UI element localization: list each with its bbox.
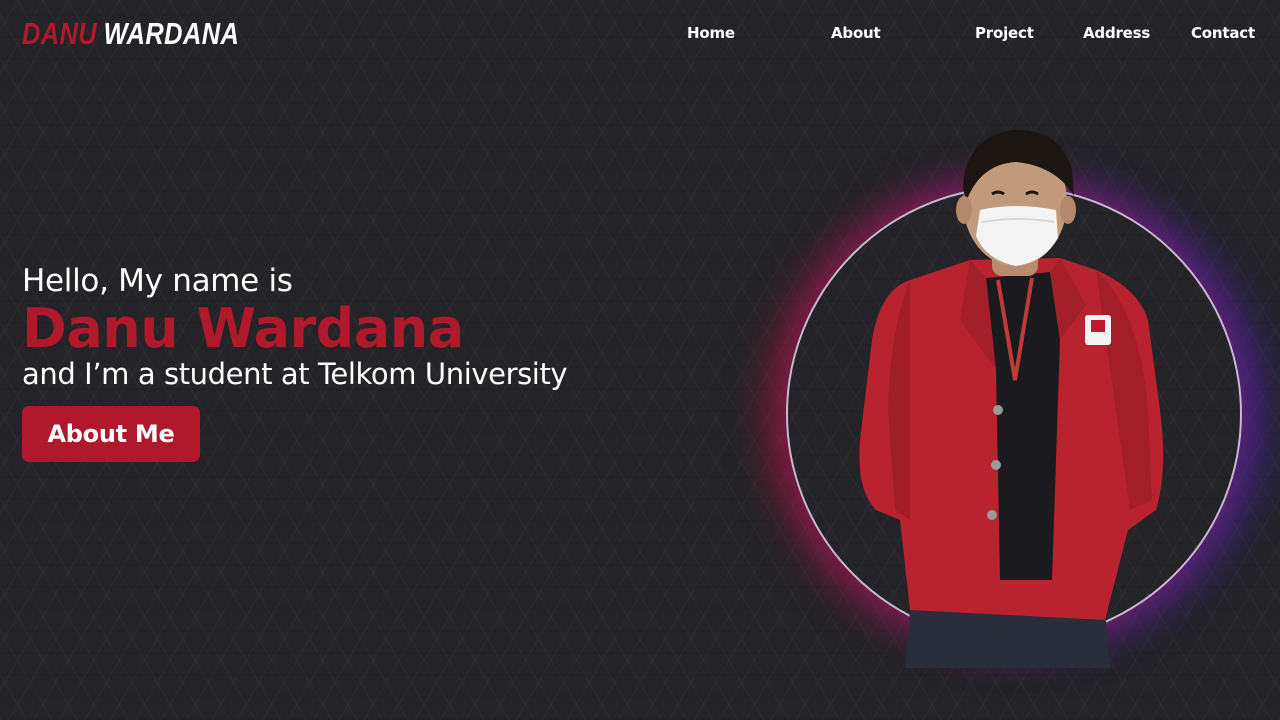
nav-address[interactable]: Address	[1083, 22, 1150, 44]
nav-home[interactable]: Home	[687, 22, 735, 44]
hero-tagline: and I’m a student at Telkom University	[22, 357, 568, 391]
nav-contact[interactable]: Contact	[1191, 22, 1255, 44]
person-photo	[859, 129, 1164, 668]
hero-greeting: Hello, My name is	[22, 263, 293, 299]
main-nav: Home About Project Address Contact	[0, 22, 1280, 46]
nav-about[interactable]: About	[831, 22, 881, 44]
hero-name: Danu Wardana	[22, 297, 464, 360]
hero-section: Hello, My name is Danu Wardana and I’m a…	[22, 262, 568, 462]
nav-project[interactable]: Project	[975, 22, 1034, 44]
profile-portrait	[760, 110, 1280, 690]
about-me-button[interactable]: About Me	[22, 406, 200, 462]
